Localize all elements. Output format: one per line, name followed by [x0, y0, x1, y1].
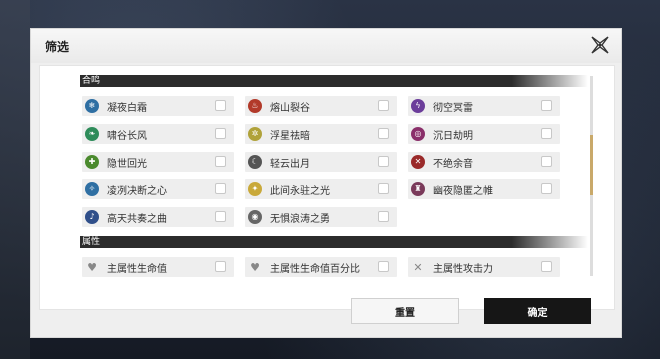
filter-checkbox[interactable]: [541, 100, 552, 111]
filter-item-resonance[interactable]: ♜ 幽夜隐匿之帷: [408, 179, 560, 199]
filter-item-resonance[interactable]: ◎ 沉日劫明: [408, 124, 560, 144]
dialog-title: 筛选: [45, 40, 70, 54]
echo-icon: ✕: [411, 155, 425, 169]
filter-item-label: 啸谷长风: [107, 130, 147, 142]
filter-item-label: 彻空冥雷: [433, 102, 473, 114]
fire-icon: ♨: [248, 99, 262, 113]
filter-item-attribute[interactable]: ✕ 主属性攻击力: [408, 257, 560, 277]
filter-checkbox[interactable]: [378, 128, 389, 139]
melody-icon: ♪: [85, 210, 99, 224]
filter-item-resonance[interactable]: ❧ 啸谷长风: [82, 124, 234, 144]
frost-icon: ❄: [85, 99, 99, 113]
reset-button[interactable]: 重置: [351, 298, 459, 324]
star-icon: ✲: [248, 127, 262, 141]
filter-checkbox[interactable]: [378, 100, 389, 111]
heal-icon: ✚: [85, 155, 99, 169]
light-icon: ✦: [248, 182, 262, 196]
filter-item-label: 凝夜白霜: [107, 102, 147, 114]
frost-heart-icon: ✧: [85, 182, 99, 196]
filter-item-label: 主属性攻击力: [433, 263, 493, 275]
filter-item-resonance[interactable]: ✚ 隐世回光: [82, 152, 234, 172]
filter-item-resonance[interactable]: ✧ 凌冽决断之心: [82, 179, 234, 199]
dialog-header: 筛选: [31, 29, 621, 63]
filter-checkbox[interactable]: [541, 156, 552, 167]
close-button[interactable]: [589, 34, 611, 56]
filter-checkbox[interactable]: [541, 128, 552, 139]
confirm-button[interactable]: 确定: [484, 298, 591, 324]
filter-item-resonance[interactable]: ☾ 轻云出月: [245, 152, 397, 172]
filter-item-label: 浮星祛暗: [270, 130, 310, 142]
filter-checkbox[interactable]: [215, 183, 226, 194]
filter-item-resonance[interactable]: ♨ 熔山裂谷: [245, 96, 397, 116]
hp-percent-icon: ♥: [250, 260, 260, 274]
background-left-panel: [0, 0, 30, 359]
filter-checkbox[interactable]: [378, 156, 389, 167]
filter-checkbox[interactable]: [215, 100, 226, 111]
filter-checkbox[interactable]: [215, 261, 226, 272]
filter-item-resonance[interactable]: ◉ 无惧浪涛之勇: [245, 207, 397, 227]
filter-item-resonance[interactable]: ϟ 彻空冥雷: [408, 96, 560, 116]
wind-icon: ❧: [85, 127, 99, 141]
filter-item-resonance[interactable]: ✲ 浮星祛暗: [245, 124, 397, 144]
filter-item-attribute[interactable]: ♥ 主属性生命值: [82, 257, 234, 277]
filter-item-resonance[interactable]: ✕ 不绝余音: [408, 152, 560, 172]
filter-item-label: 凌冽决断之心: [107, 185, 167, 197]
wave-icon: ◉: [248, 210, 262, 224]
moon-icon: ☾: [248, 155, 262, 169]
filter-item-attribute[interactable]: ♥ 主属性生命值百分比: [245, 257, 397, 277]
thunder-icon: ϟ: [411, 99, 425, 113]
filter-item-label: 高天共奏之曲: [107, 213, 167, 225]
filter-item-label: 熔山裂谷: [270, 102, 310, 114]
filter-item-label: 幽夜隐匿之帷: [433, 185, 493, 197]
filter-checkbox[interactable]: [215, 211, 226, 222]
filter-checkbox[interactable]: [378, 261, 389, 272]
filter-checkbox[interactable]: [378, 183, 389, 194]
filter-checkbox[interactable]: [215, 156, 226, 167]
filter-item-resonance[interactable]: ♪ 高天共奏之曲: [82, 207, 234, 227]
filter-item-label: 此间永驻之光: [270, 185, 330, 197]
filter-item-label: 沉日劫明: [433, 130, 473, 142]
close-icon: [591, 36, 609, 54]
filter-checkbox[interactable]: [541, 261, 552, 272]
havoc-icon: ◎: [411, 127, 425, 141]
filter-item-label: 主属性生命值百分比: [270, 263, 360, 275]
filter-item-resonance[interactable]: ✦ 此间永驻之光: [245, 179, 397, 199]
filter-item-label: 无惧浪涛之勇: [270, 213, 330, 225]
filter-item-resonance[interactable]: ❄ 凝夜白霜: [82, 96, 234, 116]
veil-icon: ♜: [411, 182, 425, 196]
hp-icon: ♥: [87, 260, 97, 274]
scrollbar-thumb[interactable]: [590, 135, 593, 195]
filter-item-label: 隐世回光: [107, 158, 147, 170]
filter-checkbox[interactable]: [215, 128, 226, 139]
atk-icon: ✕: [413, 260, 423, 274]
section-header-resonance: 合鸣: [80, 75, 588, 87]
filter-item-label: 轻云出月: [270, 158, 310, 170]
filter-item-label: 不绝余音: [433, 158, 473, 170]
section-header-attribute: 属性: [80, 236, 588, 248]
filter-item-label: 主属性生命值: [107, 263, 167, 275]
filter-checkbox[interactable]: [378, 211, 389, 222]
filter-checkbox[interactable]: [541, 183, 552, 194]
